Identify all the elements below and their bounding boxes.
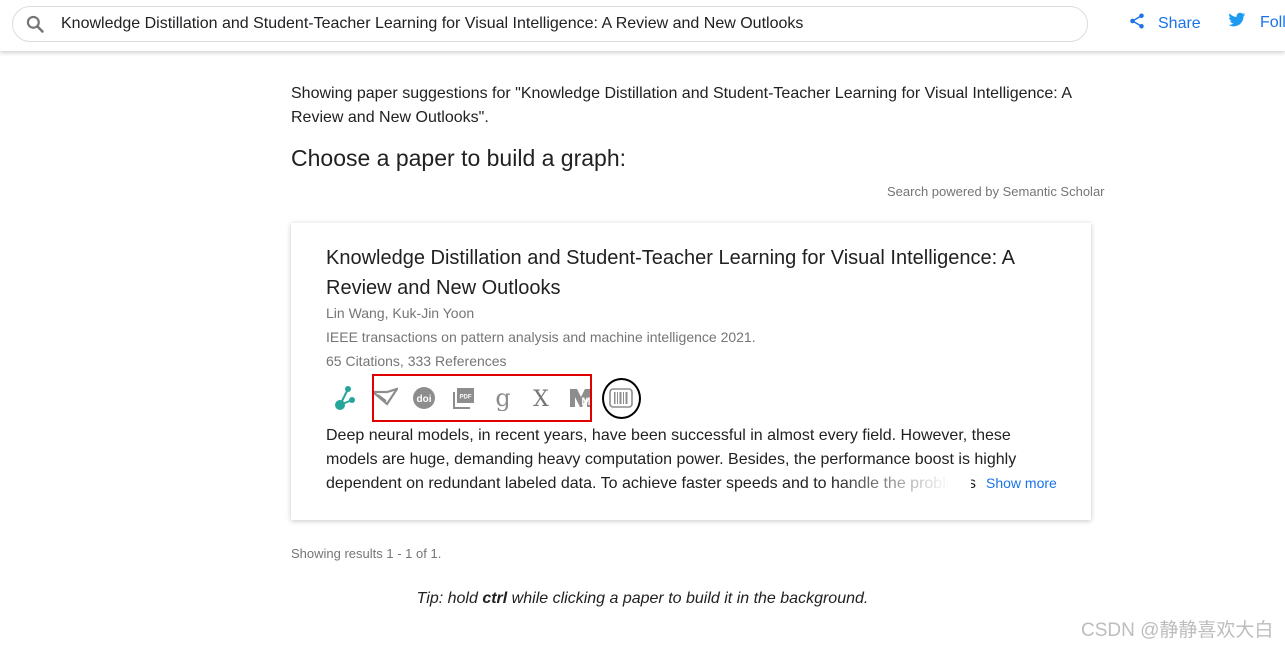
tip-key: ctrl xyxy=(482,590,508,607)
highlight-ring xyxy=(602,378,641,419)
top-bar: Knowledge Distillation and Student-Teach… xyxy=(0,0,1285,51)
search-input[interactable]: Knowledge Distillation and Student-Teach… xyxy=(61,15,803,33)
follow-label: Foll xyxy=(1260,13,1285,31)
abstract-fade xyxy=(831,472,971,496)
page-title: Choose a paper to build a graph: xyxy=(291,145,627,171)
paper-venue: IEEE transactions on pattern analysis an… xyxy=(326,329,756,345)
twitter-icon xyxy=(1228,12,1246,33)
paper-stats: 65 Citations, 333 References xyxy=(326,353,507,369)
tip-prefix: Tip: hold xyxy=(416,590,483,607)
powered-by-note: Search powered by Semantic Scholar xyxy=(887,184,1105,199)
share-label: Share xyxy=(1158,14,1201,32)
tip-text: Tip: hold ctrl while clicking a paper to… xyxy=(0,590,1285,608)
follow-button[interactable]: Foll xyxy=(1228,12,1285,33)
watermark: CSDN @静静喜欢大白 xyxy=(1081,620,1274,641)
search-icon[interactable] xyxy=(25,14,45,34)
suggestions-intro: Showing paper suggestions for "Knowledge… xyxy=(291,85,1072,126)
share-icon xyxy=(1128,12,1146,35)
search-box[interactable]: Knowledge Distillation and Student-Teach… xyxy=(12,6,1088,42)
show-more-link[interactable]: Show more xyxy=(986,475,1057,491)
highlight-box xyxy=(372,374,592,422)
paper-card[interactable]: Knowledge Distillation and Student-Teach… xyxy=(291,223,1091,520)
results-count: Showing results 1 - 1 of 1. xyxy=(291,546,442,561)
graph-icon[interactable] xyxy=(332,385,358,411)
paper-authors: Lin Wang, Kuk-Jin Yoon xyxy=(326,305,475,321)
share-button[interactable]: Share xyxy=(1128,12,1201,35)
paper-title[interactable]: Knowledge Distillation and Student-Teach… xyxy=(326,243,1046,303)
tip-suffix: while clicking a paper to build it in th… xyxy=(507,590,869,607)
